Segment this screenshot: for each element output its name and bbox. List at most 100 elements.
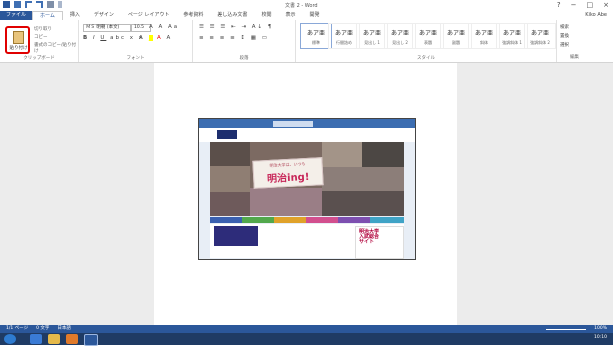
media-taskbar-icon[interactable] [66,334,78,344]
save-icon[interactable] [14,1,21,8]
university-logo [217,130,237,139]
font-name-box[interactable]: ＭＳ 明朝 (本文) [83,24,131,32]
clipboard-group-label: クリップボード [23,56,55,61]
nav-tile [242,217,274,223]
format-painter-button[interactable]: 書式のコピー/貼り付け [34,42,78,54]
admission-ad-text: 明治大学 入試総合 サイト [359,229,380,245]
nav-tile [306,217,338,223]
clipboard-group: 貼り付け 切り取り コピー 書式のコピー/貼り付け クリップボード [0,20,79,62]
close-button[interactable]: × [603,1,609,9]
minimize-button[interactable]: − [571,1,577,9]
paragraph-group: ☰ ☰ ☰ ⇤ ⇥ A↓ ¶ ≡ ≡ ≡ ≡ ↕ ▦ ▭ 段落 [193,20,296,62]
align-buttons[interactable]: ≡ ≡ ≡ ≡ ↕ ▦ ▭ [199,35,269,41]
styles-group: あア亜 標準 あア亜 行間詰め あア亜 見出し 1 あア亜 見出し 2 あア亜 … [296,20,557,62]
zoom-slider[interactable] [546,328,587,330]
tab-file[interactable]: ファイル [0,11,33,20]
tab-home[interactable]: ホーム [32,10,63,21]
redo-icon[interactable] [36,1,43,8]
style-name: 表題 [424,40,432,45]
site-lower-content: 明治大学 入試総合 サイト [210,224,404,259]
style-name: 副題 [452,40,460,45]
font-group-label: フォント [126,56,145,61]
help-button[interactable]: ? [557,1,561,9]
font-size-box[interactable]: 10.5 [131,24,151,32]
taskbar-clock[interactable]: 10:10 [594,335,607,340]
style-name: 標準 [312,40,320,45]
ie-taskbar-icon[interactable] [30,334,42,344]
nav-tile [370,217,404,223]
browser-title-bar [199,119,415,128]
paste-button[interactable]: 貼り付け [5,26,30,54]
paragraph-group-label: 段落 [239,56,249,61]
document-title: 文書 2 - Word [285,3,318,9]
style-sample: あア亜 [530,30,549,37]
inserted-screenshot-image[interactable]: 明治大学は、いつも 明治ing! 明治大学 入試総合 サイト [198,118,416,260]
style-name: 斜体 [480,40,488,45]
tab-view[interactable]: 表示 [278,11,302,20]
font-group: ＭＳ 明朝 (本文) 10.5 A A Aa B I U abc x x A _… [79,20,193,62]
style-sample: あア亜 [306,30,325,37]
style-sample: あア亜 [418,30,437,37]
styles-group-label: スタイル [417,56,435,61]
tab-insert[interactable]: 挿入 [63,11,87,20]
nav-tile [210,217,242,223]
title-bar: 文書 2 - Word ? − □ × [0,0,613,11]
word-taskbar-icon[interactable] [84,334,98,346]
tab-references[interactable]: 参考資料 [176,11,210,20]
zoom-level[interactable]: 100% [594,325,607,333]
tab-developer[interactable]: 開発 [302,11,326,20]
ribbon: 貼り付け 切り取り コピー 書式のコピー/貼り付け クリップボード ＭＳ 明朝 … [0,20,613,63]
nav-tile [338,217,370,223]
copy-button[interactable]: コピー [34,34,48,40]
site-nav-panel [214,226,258,246]
admission-ad: 明治大学 入試総合 サイト [355,226,404,259]
find-button[interactable]: 検索 [560,24,569,30]
language-indicator[interactable]: 日本語 [57,325,71,333]
style-name: 行間詰め [336,40,352,45]
clipboard-icon [13,31,24,44]
style-intense-2[interactable]: あア亜 強調斜体 2 [524,23,556,49]
font-format-buttons[interactable]: B I U abc x x [83,35,144,41]
customize-qat-icon[interactable] [58,1,62,8]
meiji-ing-banner: 明治大学は、いつも 明治ing! [252,157,324,189]
status-bar: 1/1 ページ 0 文字 日本語 100% [0,325,613,333]
ribbon-tabs: ファイル ホーム 挿入 デザイン ページ レイアウト 参考資料 差し込み文書 校… [0,10,613,21]
explorer-taskbar-icon[interactable] [48,334,60,344]
select-button[interactable]: 選択 [560,42,569,48]
style-sample: あア亜 [446,30,465,37]
style-sample: あア亜 [334,30,353,37]
tab-mailings[interactable]: 差し込み文書 [210,11,254,20]
windows-taskbar: 10:10 [0,333,613,346]
window-controls: ? − □ × [557,1,609,9]
style-sample: あア亜 [502,30,521,37]
browser-tab [273,121,313,127]
font-color-buttons[interactable]: A _ A A [139,35,172,41]
tab-design[interactable]: デザイン [87,11,121,20]
style-sample: あア亜 [362,30,381,37]
print-icon[interactable] [47,1,54,8]
style-sample: あア亜 [474,30,493,37]
nav-tile [274,217,306,223]
tab-review[interactable]: 校閲 [254,11,278,20]
cut-button[interactable]: 切り取り [34,26,52,32]
undo-icon[interactable] [25,1,32,8]
font-size-buttons[interactable]: A A Aa [149,24,179,30]
list-buttons[interactable]: ☰ ☰ ☰ ⇤ ⇥ A↓ ¶ [199,24,273,30]
banner-big-text: 明治ing! [266,171,310,186]
start-button[interactable] [4,334,16,344]
maximize-button[interactable]: □ [587,1,594,9]
user-name[interactable]: Kiko Abe [585,12,607,18]
style-sample: あア亜 [390,30,409,37]
word-logo-icon [3,1,10,8]
quick-access-toolbar [3,1,62,8]
style-name: 見出し 2 [392,40,408,45]
photo-mosaic: 明治大学は、いつも 明治ing! [210,142,404,216]
style-name: 強調斜体 2 [530,40,550,45]
paste-label: 貼り付け [9,46,28,51]
tab-page-layout[interactable]: ページ レイアウト [121,11,177,20]
word-count[interactable]: 0 文字 [36,325,49,333]
replace-button[interactable]: 置換 [560,33,569,39]
page-count[interactable]: 1/1 ページ [6,325,28,333]
editing-group-label: 編集 [570,55,579,60]
style-name: 強調斜体 1 [502,40,522,45]
